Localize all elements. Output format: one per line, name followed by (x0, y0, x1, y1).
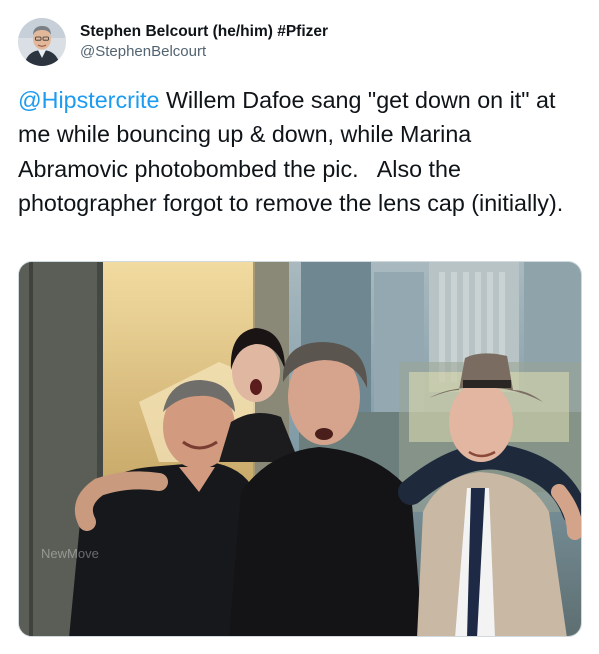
group-photo-image: NewMove (19, 262, 581, 636)
tweet-photo[interactable]: NewMove (18, 261, 582, 637)
author-handle[interactable]: @StephenBelcourt (80, 42, 328, 62)
profile-photo-icon (18, 18, 66, 66)
photo-watermark: NewMove (41, 546, 99, 561)
tweet-text: @Hipstercrite Willem Dafoe sang "get dow… (18, 83, 583, 220)
mention-link[interactable]: @Hipstercrite (18, 87, 159, 113)
avatar[interactable] (18, 18, 66, 66)
tweet-card: Stephen Belcourt (he/him) #Pfizer @Steph… (0, 0, 599, 654)
tweet-header: Stephen Belcourt (he/him) #Pfizer @Steph… (18, 16, 328, 68)
author-names: Stephen Belcourt (he/him) #Pfizer @Steph… (80, 22, 328, 62)
author-display-name[interactable]: Stephen Belcourt (he/him) #Pfizer (80, 22, 328, 42)
